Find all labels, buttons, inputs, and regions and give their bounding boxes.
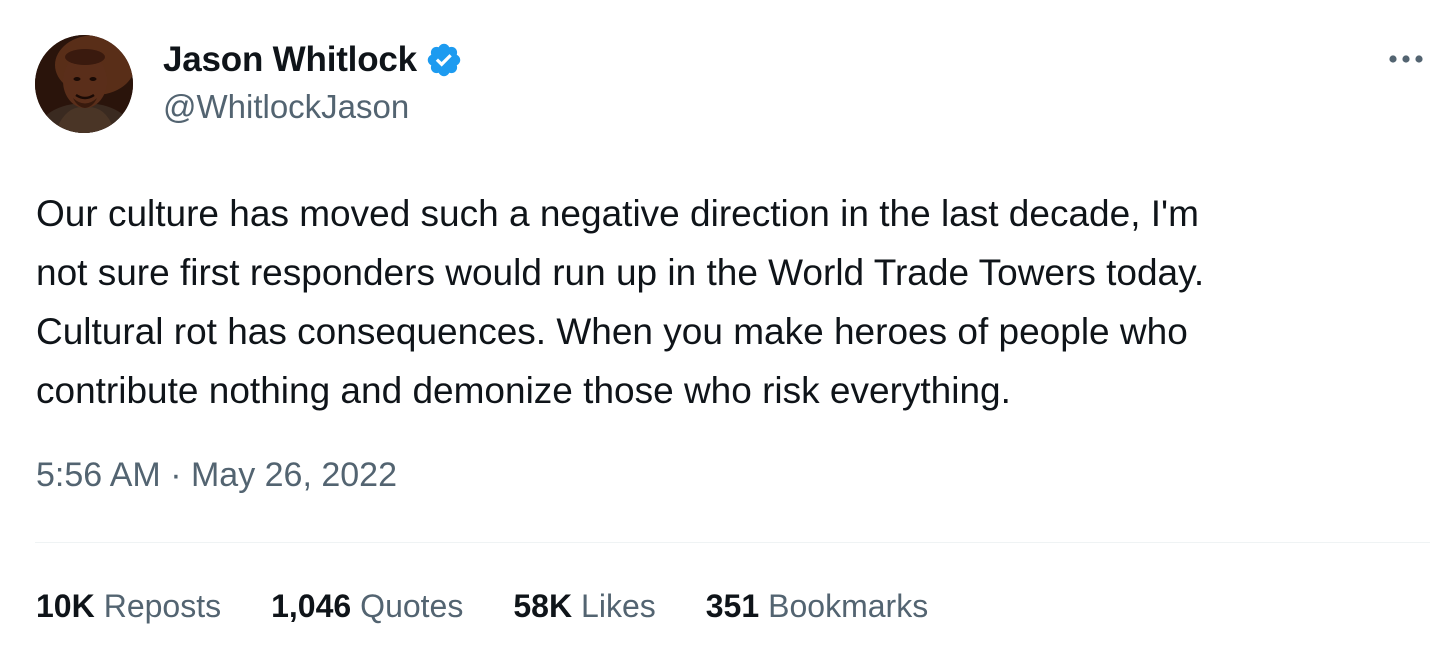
likes-count: 58K <box>513 588 573 624</box>
bookmarks-label: Bookmarks <box>768 588 929 624</box>
likes-stat[interactable]: 58K Likes <box>513 588 655 625</box>
engagement-stats: 10K Reposts 1,046 Quotes 58K Likes 351 B… <box>36 588 978 625</box>
tweet-text: Our culture has moved such a negative di… <box>36 193 1205 411</box>
tweet-timestamp[interactable]: 5:56 AM · May 26, 2022 <box>36 456 397 495</box>
divider <box>35 542 1430 543</box>
bookmarks-stat[interactable]: 351 Bookmarks <box>706 588 928 625</box>
author-avatar[interactable] <box>35 35 133 133</box>
bookmarks-count: 351 <box>705 588 760 624</box>
tweet-card: Jason Whitlock @WhitlockJason Our cultur… <box>0 0 1456 668</box>
reposts-count: 10K <box>36 588 95 624</box>
author-handle[interactable]: @WhitlockJason <box>163 88 409 126</box>
author-name-row: Jason Whitlock <box>163 38 463 82</box>
quotes-label: Quotes <box>360 588 464 624</box>
quotes-stat[interactable]: 1,046 Quotes <box>271 588 463 625</box>
reposts-label: Reposts <box>103 588 222 624</box>
avatar-photo-icon <box>35 35 133 133</box>
author-display-name[interactable]: Jason Whitlock <box>163 40 417 80</box>
reposts-stat[interactable]: 10K Reposts <box>36 588 221 625</box>
more-horizontal-icon[interactable] <box>1384 45 1428 73</box>
likes-label: Likes <box>581 588 656 624</box>
verified-badge-icon[interactable] <box>425 41 463 79</box>
quotes-count: 1,046 <box>271 588 352 624</box>
